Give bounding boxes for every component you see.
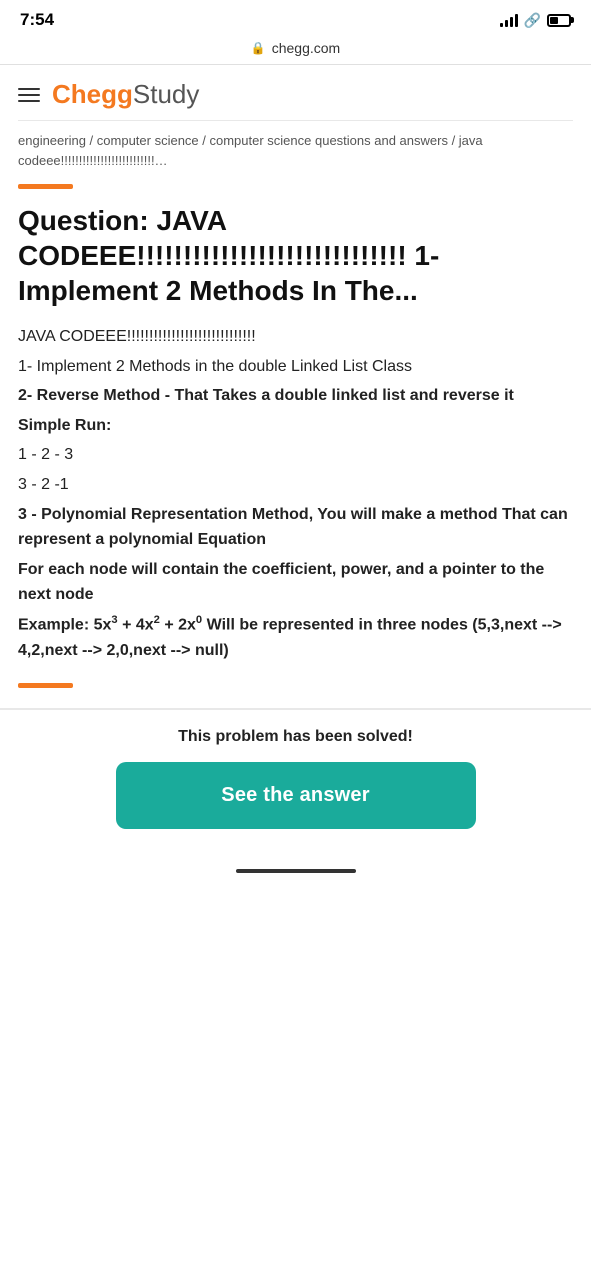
question-title: Question: JAVA CODEEE!!!!!!!!!!!!!!!!!!!… (18, 203, 573, 308)
breadcrumb[interactable]: engineering / computer science / compute… (18, 121, 573, 176)
status-icons: 🔗 (500, 12, 571, 29)
chegg-logo[interactable]: Chegg Study (52, 79, 199, 110)
signal-icon (500, 13, 518, 27)
see-answer-button[interactable]: See the answer (116, 762, 476, 829)
question-line-2: 1- Implement 2 Methods in the double Lin… (18, 354, 573, 380)
question-line-4: Simple Run: (18, 413, 573, 439)
battery-icon (547, 14, 571, 27)
lock-icon: 🔒 (251, 41, 266, 55)
question-line-7: 3 - Polynomial Representation Method, Yo… (18, 502, 573, 553)
question-line-6: 3 - 2 -1 (18, 472, 573, 498)
header-nav: Chegg Study (18, 65, 573, 121)
question-line-1: JAVA CODEEE!!!!!!!!!!!!!!!!!!!!!!!!!!!!! (18, 324, 573, 350)
wifi-icon: 🔗 (524, 12, 541, 29)
status-time: 7:54 (20, 10, 54, 30)
solved-section: This problem has been solved! (0, 709, 591, 746)
home-bar (236, 869, 356, 873)
main-content: Chegg Study engineering / computer scien… (0, 65, 591, 688)
question-line-9: Example: 5x3 + 4x2 + 2x0 Will be represe… (18, 612, 573, 664)
question-line-8: For each node will contain the coefficie… (18, 557, 573, 608)
solved-text: This problem has been solved! (18, 728, 573, 746)
chegg-brand: Chegg (52, 79, 133, 110)
question-body: JAVA CODEEE!!!!!!!!!!!!!!!!!!!!!!!!!!!!!… (18, 324, 573, 663)
status-bar: 7:54 🔗 (0, 0, 591, 36)
accent-bar-bottom (18, 683, 73, 688)
answer-btn-container: See the answer (0, 762, 591, 859)
accent-bar-top (18, 184, 73, 189)
question-line-5: 1 - 2 - 3 (18, 442, 573, 468)
address-bar[interactable]: 🔒 chegg.com (0, 36, 591, 65)
study-label: Study (133, 79, 200, 110)
hamburger-menu[interactable] (18, 88, 40, 102)
home-indicator (0, 859, 591, 879)
url-text: chegg.com (272, 40, 340, 56)
question-line-3: 2- Reverse Method - That Takes a double … (18, 383, 573, 409)
